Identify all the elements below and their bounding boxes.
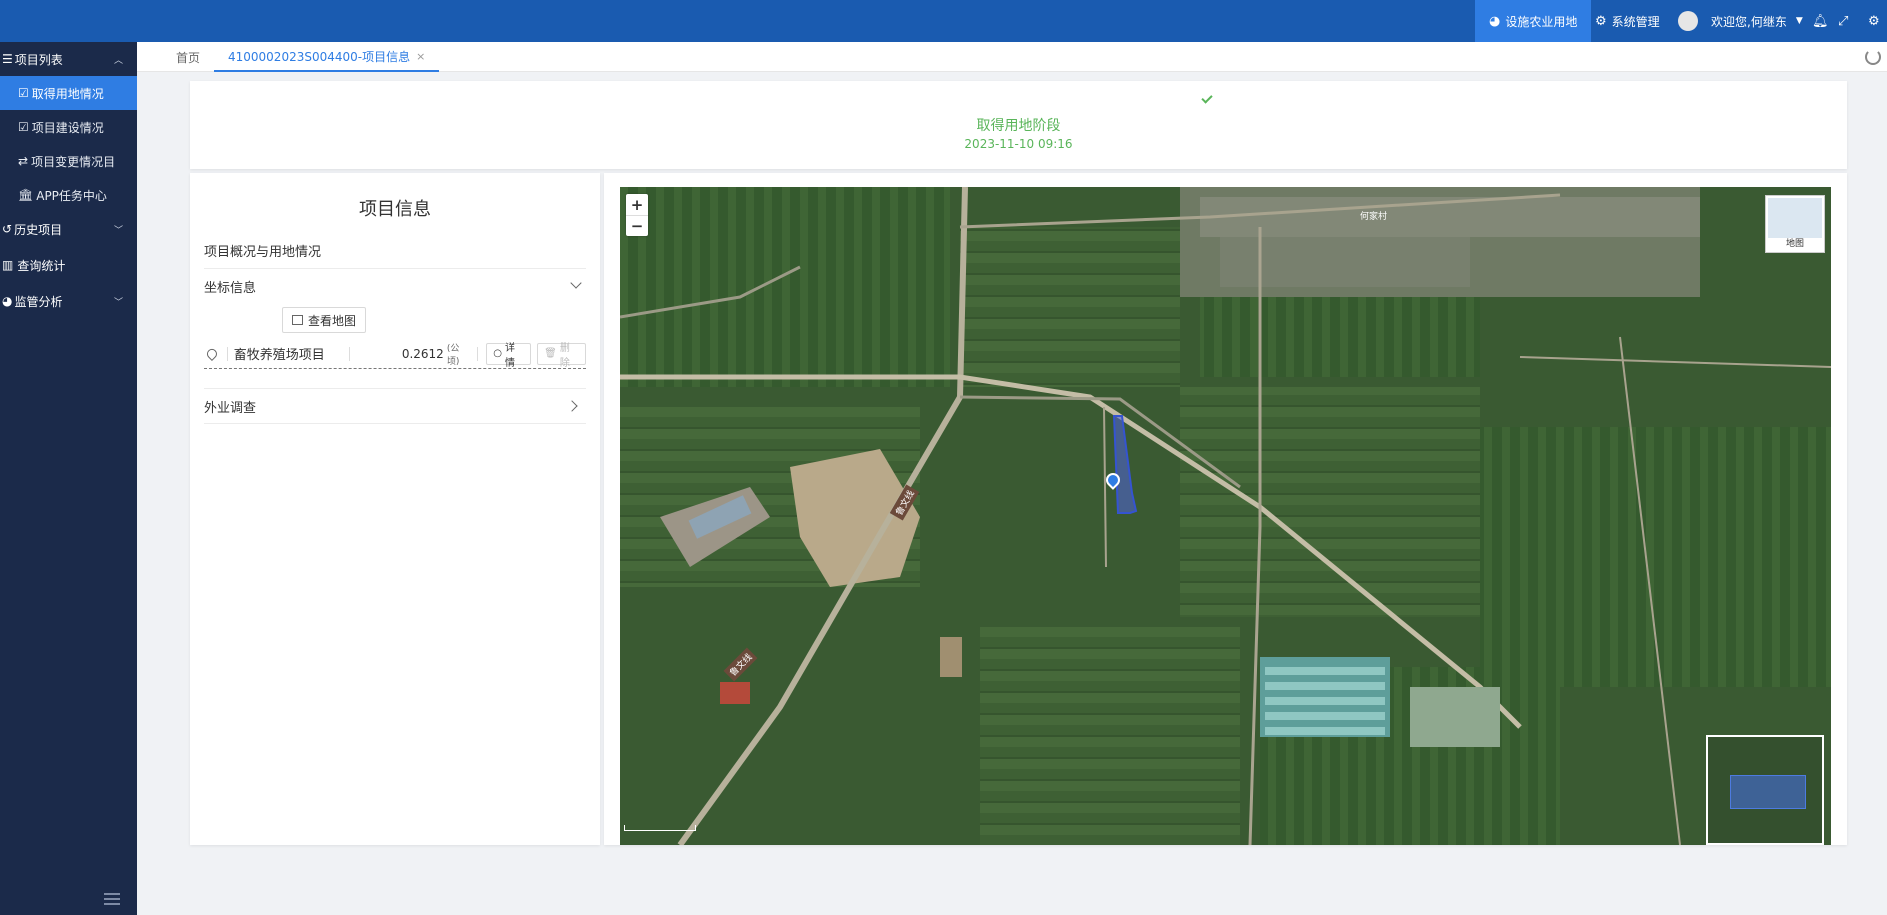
menu-facility-land[interactable]: ◕ 设施农业用地 [1475,0,1592,42]
sidebar-item-construction[interactable]: ☑ 项目建设情况 [0,110,137,144]
fullscreen-icon[interactable]: ⤢ [1838,0,1848,42]
tab-home[interactable]: 首页 [176,42,200,72]
history-icon: ↺ [2,222,13,236]
menu-label: 系统管理 [1611,14,1660,29]
project-info-panel: 项目信息 项目概况与用地情况 坐标信息 查看地图 畜牧养殖场项目 0.2612 … [190,173,600,845]
section-field-survey[interactable]: 外业调查 [204,388,586,424]
section-overview[interactable]: 项目概况与用地情况 [204,241,586,269]
map-panel: + − 鲁文线 鲁文线 何家村 地图 [604,173,1847,845]
sidebar-item-label: 取得用地情况 [31,86,104,101]
trash-icon: 🗑︎ [544,348,557,359]
zoom-in-button[interactable]: + [626,194,648,215]
sidebar-item-label: 项目建设情况 [31,120,104,135]
tab-label: 4100002023S004400-项目信息 [228,49,411,64]
sidebar-item-land-acquisition[interactable]: ☑ 取得用地情况 [0,76,137,110]
list-icon: ☰ [2,52,13,66]
stage-time: 2023-11-10 09:16 [964,137,1073,151]
menu-label: 设施农业用地 [1505,14,1578,29]
tab-project-info[interactable]: 4100002023S004400-项目信息 × [214,42,440,72]
exchange-icon: ⇄ [18,154,29,168]
satellite-imagery [620,187,1831,845]
bar-chart-icon: ▥ [2,258,14,272]
gears-icon: ⚙ [1595,13,1607,29]
base-layer-switch[interactable]: 地图 [1765,195,1825,253]
sidebar-item-label: 项目变更情况目 [31,154,116,169]
section-label: 项目概况与用地情况 [204,245,322,260]
sidebar-group-analysis[interactable]: ◕ 监管分析 ﹀ [0,284,137,318]
top-bar: ◕ 设施农业用地 ⚙ 系统管理 欢迎您,何继东 ▼ 🔔︎ ⤢ ⚙ [0,0,1887,42]
stage-title: 取得用地阶段 [976,118,1061,134]
image-icon [292,315,303,325]
village-label: 何家村 [1360,212,1388,222]
sidebar-item-label: APP任务中心 [36,188,107,203]
item-area: 0.2612 [401,346,444,361]
chevron-down-icon: ﹀ [113,225,123,236]
detail-button[interactable]: ○ 详情 [486,342,532,369]
button-label: 查看地图 [308,313,357,328]
sidebar-group-history[interactable]: ↺ 历史项目 ﹀ [0,212,137,246]
bank-icon: 🏛︎ [18,188,34,202]
overview-extent[interactable] [1730,775,1806,809]
item-area-unit: (公顷) [446,343,460,367]
sidebar-group-label: 历史项目 [14,222,63,237]
section-coordinates[interactable]: 坐标信息 [204,277,586,301]
view-map-button[interactable]: 查看地图 [282,307,367,333]
layer-thumbnail [1768,198,1822,238]
tab-label: 首页 [176,50,201,65]
section-label: 坐标信息 [204,281,257,296]
location-pin-icon [204,346,219,361]
checkbox-icon: ☑ [18,86,29,100]
sidebar: ☰ 项目列表 ︿ ☑ 取得用地情况 ☑ 项目建设情况 ⇄ 项目变更情况目 🏛︎ … [0,42,137,915]
stage-card: 取得用地阶段 2023-11-10 09:16 [190,81,1847,169]
land-item-row: 畜牧养殖场项目 0.2612 (公顷) ○ 详情 🗑︎ 删除 [204,339,586,369]
tabs-bar: 首页 4100002023S004400-项目信息 × [137,42,1887,72]
pie-chart-icon: ◕ [1489,13,1501,29]
check-icon [1201,92,1213,104]
chevron-down-icon: ▼ [1795,16,1803,26]
sidebar-group-label: 查询统计 [17,258,66,273]
overview-map[interactable] [1706,735,1824,845]
item-name: 畜牧养殖场项目 [233,348,325,363]
welcome-text: 欢迎您,何继东 [1711,14,1787,29]
delete-button[interactable]: 🗑︎ 删除 [537,342,586,369]
panel-title: 项目信息 [359,199,431,220]
user-menu[interactable]: 欢迎您,何继东 ▼ [1678,0,1803,42]
chevron-right-icon [566,400,578,412]
bell-icon[interactable]: 🔔︎ [1812,0,1829,42]
close-icon[interactable]: × [416,50,425,63]
sidebar-item-changes[interactable]: ⇄ 项目变更情况目 [0,144,137,178]
button-label: 删除 [559,342,570,369]
chevron-down-icon: ﹀ [113,297,123,308]
divider [226,346,228,361]
avatar [1678,11,1698,31]
sidebar-item-app-tasks[interactable]: 🏛︎ APP任务中心 [0,178,137,212]
divider [477,346,479,361]
layer-label: 地图 [1785,239,1804,249]
zoom-out-button[interactable]: − [626,215,648,236]
search-icon: ○ [493,348,502,359]
settings-icon[interactable]: ⚙ [1868,0,1880,42]
chevron-down-icon [570,277,582,289]
section-label: 外业调查 [204,400,257,416]
pie-chart-icon: ◕ [2,294,13,308]
scale-bar [624,825,696,831]
sidebar-group-label: 监管分析 [14,294,63,309]
satellite-map[interactable]: + − 鲁文线 鲁文线 何家村 地图 [620,187,1831,845]
sidebar-group-statistics[interactable]: ▥ 查询统计 [0,246,137,284]
menu-collapse-icon[interactable] [104,893,120,905]
zoom-control: + − [626,194,648,236]
menu-system-admin[interactable]: ⚙ 系统管理 [1595,0,1660,42]
button-label: 详情 [504,342,515,369]
sidebar-group-project-list[interactable]: ☰ 项目列表 ︿ [0,42,137,76]
sidebar-group-label: 项目列表 [14,52,63,67]
divider [348,346,350,361]
chevron-up-icon: ︿ [113,55,123,66]
refresh-icon[interactable] [1865,49,1881,65]
checkbox-icon: ☑ [18,120,29,134]
